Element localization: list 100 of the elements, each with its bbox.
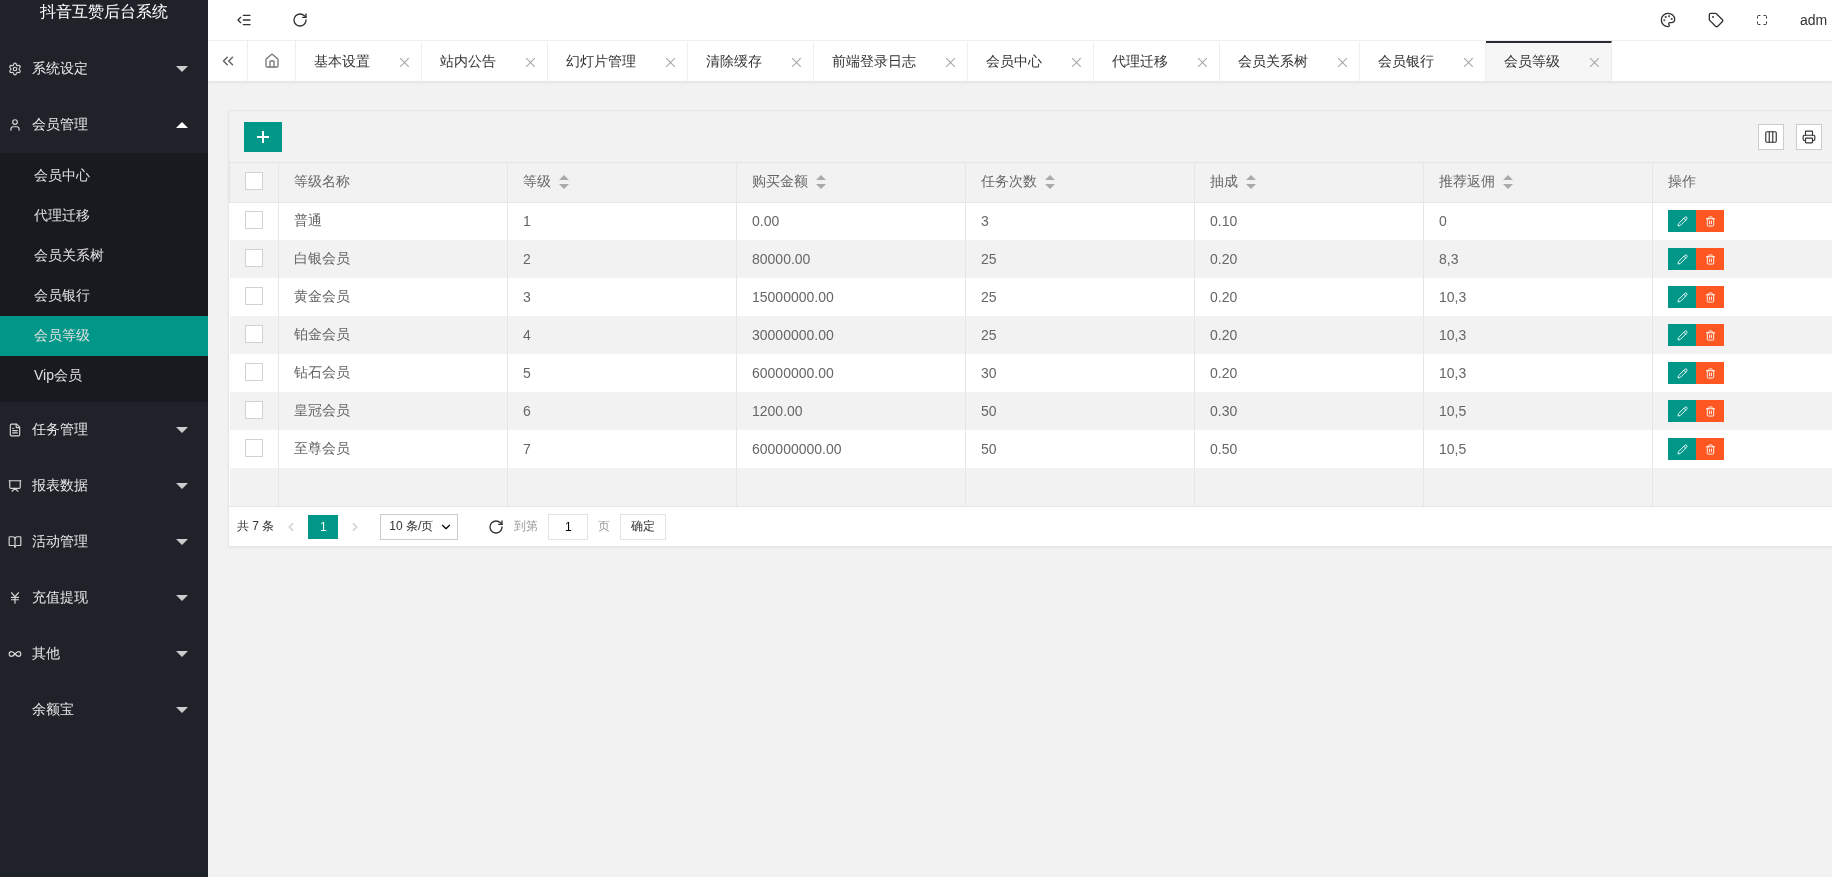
edit-button[interactable] — [1668, 324, 1696, 346]
tab[interactable]: 前端登录日志 — [814, 41, 968, 81]
tab[interactable]: 代理迁移 — [1094, 41, 1220, 81]
add-button[interactable] — [244, 121, 282, 152]
fullscreen-icon[interactable] — [1756, 14, 1768, 26]
menu-icon[interactable] — [236, 12, 252, 28]
tab[interactable]: 清除缓存 — [688, 41, 814, 81]
delete-button[interactable] — [1696, 438, 1724, 460]
edit-button[interactable] — [1668, 438, 1696, 460]
table-cell: 25 — [981, 327, 997, 343]
pencil-icon — [1676, 215, 1688, 227]
close-icon[interactable] — [1338, 57, 1347, 67]
submenu-item[interactable]: 代理迁移 — [0, 196, 208, 236]
tab[interactable]: 幻灯片管理 — [548, 41, 688, 81]
refresh-icon[interactable] — [292, 12, 308, 28]
table-cell: 80000.00 — [752, 251, 811, 267]
close-icon[interactable] — [666, 57, 675, 67]
delete-button[interactable] — [1696, 362, 1724, 384]
column-header: 抽成 — [1210, 173, 1238, 192]
submenu-item[interactable]: 会员中心 — [0, 156, 208, 196]
sidebar-item[interactable]: 任务管理 — [0, 402, 208, 458]
tab[interactable]: 会员银行 — [1360, 41, 1486, 81]
menu-label: 报表数据 — [32, 477, 89, 495]
checkbox[interactable] — [244, 324, 263, 343]
close-icon[interactable] — [526, 57, 535, 67]
tab[interactable]: 站内公告 — [422, 41, 548, 81]
close-icon[interactable] — [792, 57, 801, 67]
confirm-button[interactable]: 确定 — [620, 513, 667, 540]
sidebar-item[interactable]: 会员管理 — [0, 97, 208, 153]
app-title: 抖音互赞后台系统 — [40, 2, 168, 22]
sidebar-item[interactable]: 报表数据 — [0, 458, 208, 514]
submenu-item[interactable]: 会员银行 — [0, 276, 208, 316]
sidebar-item[interactable]: 充值提现 — [0, 570, 208, 626]
close-icon[interactable] — [1590, 57, 1599, 67]
tab-label: 基本设置 — [314, 53, 370, 71]
menu-label: 活动管理 — [32, 533, 89, 551]
checkbox[interactable] — [244, 362, 263, 381]
sidebar-item[interactable]: 活动管理 — [0, 514, 208, 570]
delete-button[interactable] — [1696, 324, 1724, 346]
palette-icon[interactable] — [1660, 12, 1676, 28]
pencil-icon — [1676, 291, 1688, 303]
edit-button[interactable] — [1668, 286, 1696, 308]
columns-button[interactable] — [1758, 123, 1784, 150]
delete-button[interactable] — [1696, 248, 1724, 270]
close-icon[interactable] — [1464, 57, 1473, 67]
sort-icon[interactable] — [1045, 175, 1055, 190]
print-button[interactable] — [1796, 123, 1822, 150]
gear-icon — [8, 62, 22, 76]
close-icon[interactable] — [1198, 57, 1207, 67]
checkbox[interactable] — [244, 210, 263, 229]
tag-icon[interactable] — [1708, 12, 1724, 28]
sort-icon[interactable] — [1246, 175, 1256, 190]
refresh-icon[interactable] — [488, 518, 505, 535]
edit-button[interactable] — [1668, 400, 1696, 422]
tab[interactable]: 会员中心 — [968, 41, 1094, 81]
close-icon[interactable] — [946, 57, 955, 67]
checkbox[interactable] — [244, 286, 263, 305]
sidebar-item[interactable]: 系统设定 — [0, 41, 208, 97]
menu-label: 任务管理 — [32, 421, 89, 439]
page-button[interactable]: 1 — [308, 514, 339, 539]
tab[interactable]: 会员等级 — [1486, 41, 1612, 81]
trash-icon — [1704, 253, 1716, 265]
edit-button[interactable] — [1668, 210, 1696, 233]
tab[interactable]: 会员关系树 — [1220, 41, 1360, 81]
edit-button[interactable] — [1668, 248, 1696, 270]
table-cell: 25 — [981, 251, 997, 267]
delete-button[interactable] — [1696, 210, 1724, 233]
close-icon[interactable] — [1072, 57, 1081, 67]
checkbox[interactable] — [244, 400, 263, 419]
table-cell: 1200.00 — [752, 403, 803, 419]
pencil-icon — [1676, 253, 1688, 265]
sort-icon[interactable] — [1503, 175, 1513, 190]
table-cell: 0.20 — [1210, 289, 1238, 305]
sidebar-item[interactable]: 其他 — [0, 626, 208, 682]
sort-icon[interactable] — [816, 175, 826, 190]
table-cell: 10,5 — [1439, 403, 1467, 419]
edit-button[interactable] — [1668, 362, 1696, 384]
tab-label: 会员中心 — [986, 53, 1042, 71]
table-cell: 600000000.00 — [752, 441, 842, 457]
table-cell: 30 — [981, 365, 997, 381]
checkbox[interactable] — [244, 248, 263, 267]
table-cell: 0.10 — [1210, 213, 1238, 230]
close-icon[interactable] — [400, 57, 409, 67]
checkbox[interactable] — [244, 438, 263, 457]
tab[interactable]: 基本设置 — [296, 41, 422, 81]
home-icon — [263, 53, 280, 69]
menu-label: 会员管理 — [32, 116, 89, 134]
submenu-item[interactable]: Vip会员 — [0, 356, 208, 396]
tab-label: 代理迁移 — [1112, 53, 1168, 71]
sidebar-item[interactable]: 余额宝 — [0, 682, 208, 738]
user-name[interactable]: adm — [1800, 12, 1832, 28]
delete-button[interactable] — [1696, 400, 1724, 422]
table-cell: 7 — [523, 441, 531, 457]
delete-button[interactable] — [1696, 286, 1724, 308]
table-cell: 10,3 — [1439, 365, 1467, 381]
submenu-item[interactable]: 会员关系树 — [0, 236, 208, 276]
page-input[interactable]: 1 — [548, 513, 589, 540]
page-size-select[interactable]: 10 条/页 — [380, 513, 459, 540]
sort-icon[interactable] — [559, 175, 569, 190]
checkbox[interactable] — [245, 171, 263, 190]
